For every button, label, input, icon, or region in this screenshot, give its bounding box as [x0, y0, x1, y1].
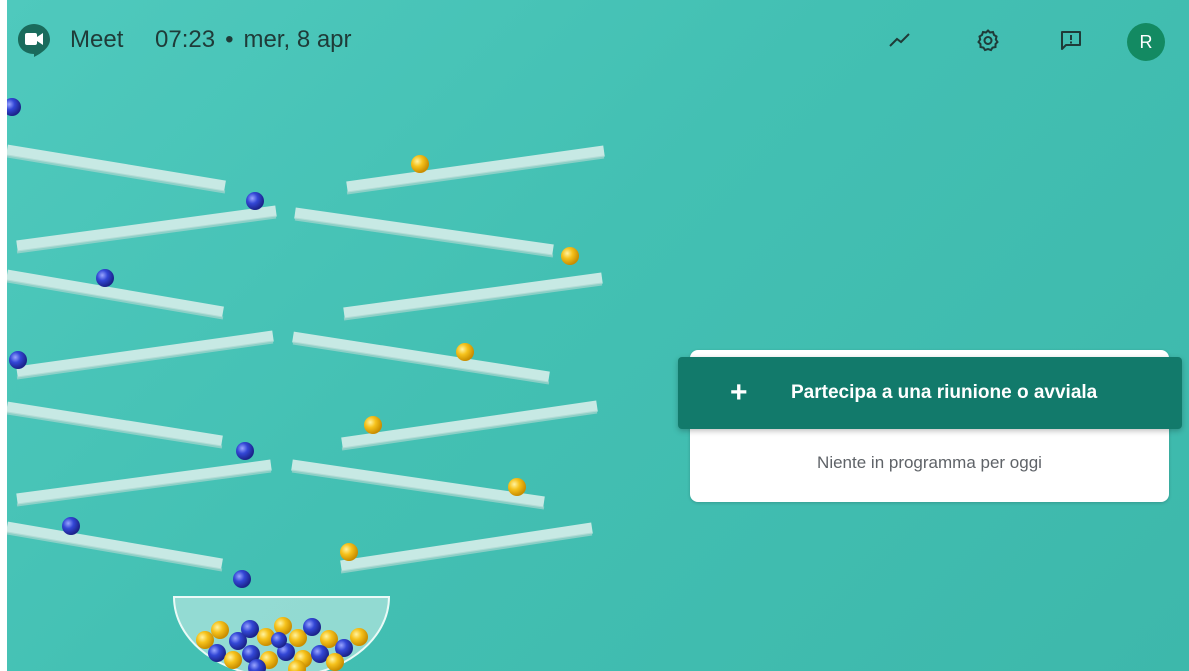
- join-or-start-meeting-button[interactable]: + Partecipa a una riunione o avviala: [678, 357, 1182, 429]
- activity-chart-icon[interactable]: [882, 22, 918, 58]
- feedback-icon[interactable]: [1053, 22, 1089, 58]
- join-button-label: Partecipa a una riunione o avviala: [791, 382, 1098, 403]
- gear-icon[interactable]: [970, 22, 1006, 58]
- top-bar: Meet 07:23 • mer, 8 apr R: [7, 0, 1189, 80]
- current-date: mer, 8 apr: [243, 26, 352, 53]
- plus-icon: +: [730, 376, 748, 409]
- date-time: 07:23 • mer, 8 apr: [155, 26, 352, 54]
- current-time: 07:23: [155, 26, 216, 53]
- avatar[interactable]: R: [1127, 23, 1165, 61]
- meet-home-screen: Meet 07:23 • mer, 8 apr R: [7, 0, 1189, 671]
- marble-run-illustration: [7, 98, 605, 671]
- time-date-separator: •: [225, 26, 234, 53]
- meet-logo-icon: [18, 24, 50, 57]
- empty-schedule-message: Niente in programma per oggi: [817, 453, 1042, 472]
- marble-bowl: [172, 596, 391, 671]
- app-name: Meet: [70, 26, 124, 53]
